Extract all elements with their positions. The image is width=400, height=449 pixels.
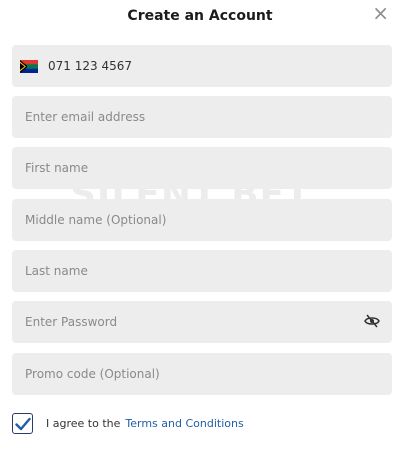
password-field[interactable]: Enter Password [12, 301, 392, 343]
south-africa-flag-icon [20, 59, 38, 73]
first-name-field[interactable]: First name [12, 147, 392, 189]
create-account-modal: Create an Account × SILENT BET 071 123 4… [0, 0, 400, 449]
password-placeholder: Enter Password [25, 315, 118, 329]
email-placeholder: Enter email address [25, 110, 146, 124]
eye-slash-icon[interactable] [364, 313, 380, 329]
middle-name-field[interactable]: Middle name (Optional) [12, 199, 392, 241]
phone-value: 071 123 4567 [48, 59, 132, 73]
modal-title: Create an Account [127, 8, 273, 24]
close-icon[interactable]: × [372, 3, 389, 23]
terms-prefix: I agree to the [46, 417, 121, 430]
checkmark-icon [14, 417, 31, 430]
last-name-placeholder: Last name [25, 264, 88, 278]
first-name-placeholder: First name [25, 161, 89, 175]
terms-checkbox[interactable] [12, 413, 33, 434]
middle-name-placeholder: Middle name (Optional) [25, 213, 167, 227]
terms-link[interactable]: Terms and Conditions [125, 417, 243, 430]
last-name-field[interactable]: Last name [12, 250, 392, 292]
terms-agreement: I agree to the Terms and Conditions [12, 413, 244, 434]
promo-code-field[interactable]: Promo code (Optional) [12, 353, 392, 395]
promo-code-placeholder: Promo code (Optional) [25, 367, 160, 381]
email-field[interactable]: Enter email address [12, 96, 392, 138]
phone-field[interactable]: 071 123 4567 [12, 45, 392, 87]
